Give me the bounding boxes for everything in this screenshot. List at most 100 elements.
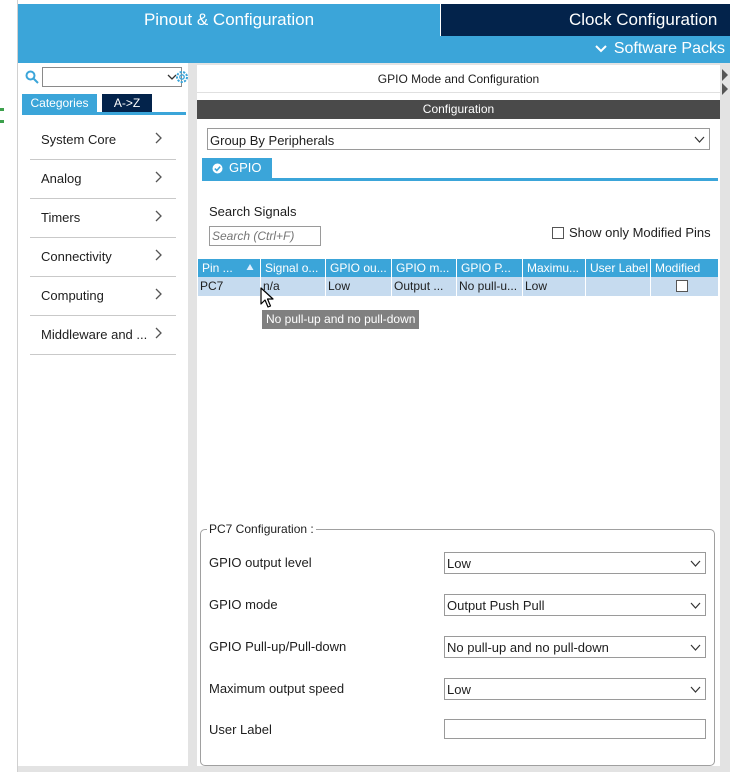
field-gpio-mode: GPIO mode Output Push Pull bbox=[209, 594, 709, 616]
field-gpio-pull: GPIO Pull-up/Pull-down No pull-up and no… bbox=[209, 636, 709, 658]
field-label: User Label bbox=[209, 722, 272, 737]
chevron-down-icon bbox=[690, 602, 701, 609]
select-value: Output Push Pull bbox=[447, 598, 545, 613]
arrow-right-icon bbox=[722, 83, 728, 95]
chevron-right-icon bbox=[155, 210, 162, 222]
bottom-border bbox=[18, 766, 730, 772]
category-search-combo[interactable] bbox=[42, 67, 182, 87]
table-header: Pin ... Signal o... GPIO ou... GPIO m...… bbox=[198, 259, 718, 277]
cell-gpio-output: Low bbox=[326, 277, 392, 296]
mouse-cursor-icon bbox=[260, 287, 274, 308]
chevron-down-icon bbox=[694, 136, 705, 143]
column-header-gpio-output[interactable]: GPIO ou... bbox=[326, 259, 392, 277]
pin-table: Pin ... Signal o... GPIO ou... GPIO m...… bbox=[198, 259, 718, 296]
modified-checkbox[interactable] bbox=[676, 280, 688, 292]
cell-max-speed: Low bbox=[523, 277, 586, 296]
chevron-down-icon bbox=[690, 644, 701, 651]
tab-a-to-z[interactable]: A->Z bbox=[102, 94, 152, 112]
column-header-user-label[interactable]: User Label bbox=[586, 259, 651, 277]
field-user-label: User Label bbox=[209, 719, 709, 741]
arrow-right-icon bbox=[722, 69, 728, 81]
tab-categories[interactable]: Categories bbox=[22, 94, 97, 112]
column-header-gpio-mode[interactable]: GPIO m... bbox=[392, 259, 457, 277]
user-label-input[interactable] bbox=[444, 719, 706, 739]
collapse-handle[interactable] bbox=[720, 63, 730, 772]
tooltip: No pull-up and no pull-down bbox=[262, 310, 420, 329]
search-signals-input[interactable] bbox=[209, 226, 321, 246]
field-label: GPIO Pull-up/Pull-down bbox=[209, 639, 347, 654]
cell-gpio-mode: Output ... bbox=[392, 277, 457, 296]
show-modified-label: Show only Modified Pins bbox=[569, 225, 711, 240]
cell-user-label bbox=[586, 277, 651, 296]
gpio-output-level-select[interactable]: Low bbox=[444, 552, 706, 574]
select-value: No pull-up and no pull-down bbox=[447, 640, 609, 655]
search-icon bbox=[25, 70, 39, 84]
select-value: Low bbox=[447, 556, 471, 571]
software-packs-label: Software Packs bbox=[613, 40, 725, 57]
chevron-down-icon bbox=[595, 45, 607, 53]
software-packs-menu[interactable]: Software Packs bbox=[594, 40, 725, 58]
category-analog[interactable]: Analog bbox=[30, 160, 176, 199]
strip-mark bbox=[0, 120, 4, 123]
column-header-max-speed[interactable]: Maximu... bbox=[523, 259, 586, 277]
pc7-configuration-legend: PC7 Configuration : bbox=[207, 522, 316, 536]
checkbox[interactable] bbox=[552, 226, 564, 239]
category-label: Timers bbox=[41, 210, 81, 225]
chevron-right-icon bbox=[155, 171, 162, 183]
configuration-header: Configuration bbox=[197, 100, 720, 119]
category-label: Middleware and ... bbox=[41, 327, 148, 342]
field-label: GPIO output level bbox=[209, 555, 312, 570]
category-list: System Core Analog Timers Connectivity C… bbox=[30, 121, 176, 355]
gpio-pull-select[interactable]: No pull-up and no pull-down bbox=[444, 636, 706, 658]
chevron-right-icon bbox=[155, 288, 162, 300]
chevron-right-icon bbox=[155, 327, 162, 339]
group-by-value: Group By Peripherals bbox=[210, 133, 335, 148]
left-window-strip bbox=[0, 0, 18, 772]
gpio-mode-panel: GPIO Mode and Configuration Configuratio… bbox=[197, 65, 720, 772]
search-signals-label: Search Signals bbox=[209, 204, 297, 219]
check-circle-icon bbox=[212, 163, 223, 173]
field-gpio-output-level: GPIO output level Low bbox=[209, 552, 709, 574]
tab-underline bbox=[202, 178, 718, 181]
category-label: Analog bbox=[41, 171, 82, 186]
category-computing[interactable]: Computing bbox=[30, 277, 176, 316]
panel-title: GPIO Mode and Configuration bbox=[197, 65, 720, 93]
category-label: Connectivity bbox=[41, 249, 112, 264]
field-label: GPIO mode bbox=[209, 597, 278, 612]
category-middleware[interactable]: Middleware and ... bbox=[30, 316, 176, 355]
sort-up-icon bbox=[246, 264, 254, 270]
gpio-mode-select[interactable]: Output Push Pull bbox=[444, 594, 706, 616]
table-row[interactable]: PC7 n/a Low Output ... No pull-u... Low bbox=[198, 277, 718, 296]
category-label: Computing bbox=[41, 288, 104, 303]
max-output-speed-select[interactable]: Low bbox=[444, 678, 706, 700]
category-timers[interactable]: Timers bbox=[30, 199, 176, 238]
cell-pin: PC7 bbox=[198, 277, 261, 296]
pc7-configuration-group: PC7 Configuration : GPIO output level Lo… bbox=[200, 522, 715, 766]
top-toolbar: Software Packs bbox=[18, 36, 730, 63]
column-header-modified[interactable]: Modified bbox=[651, 259, 718, 277]
tab-pinout-configuration[interactable]: Pinout & Configuration bbox=[18, 4, 440, 36]
column-header-pin[interactable]: Pin ... bbox=[198, 259, 261, 277]
tab-clock-configuration[interactable]: Clock Configuration bbox=[441, 4, 730, 36]
categories-panel: Categories A->Z System Core Analog Timer… bbox=[18, 63, 188, 772]
chevron-down-icon bbox=[690, 560, 701, 567]
chevron-right-icon bbox=[155, 132, 162, 144]
category-label: System Core bbox=[41, 132, 117, 147]
show-modified-toggle[interactable]: Show only Modified Pins bbox=[552, 225, 711, 240]
cell-gpio-pull: No pull-u... bbox=[457, 277, 523, 296]
field-max-output-speed: Maximum output speed Low bbox=[209, 678, 709, 700]
column-header-gpio-pull[interactable]: GPIO P... bbox=[457, 259, 523, 277]
group-by-select[interactable]: Group By Peripherals bbox=[207, 128, 710, 150]
chevron-down-icon bbox=[690, 686, 701, 693]
strip-mark bbox=[0, 108, 4, 111]
chevron-right-icon bbox=[155, 249, 162, 261]
field-label: Maximum output speed bbox=[209, 681, 345, 696]
select-value: Low bbox=[447, 682, 471, 697]
tab-gpio-label: GPIO bbox=[229, 160, 262, 175]
category-system-core[interactable]: System Core bbox=[30, 121, 176, 160]
tab-underline bbox=[22, 112, 186, 115]
column-header-signal[interactable]: Signal o... bbox=[261, 259, 326, 277]
header-label: Pin ... bbox=[202, 261, 233, 275]
category-connectivity[interactable]: Connectivity bbox=[30, 238, 176, 277]
tab-gpio[interactable]: GPIO bbox=[202, 158, 272, 178]
